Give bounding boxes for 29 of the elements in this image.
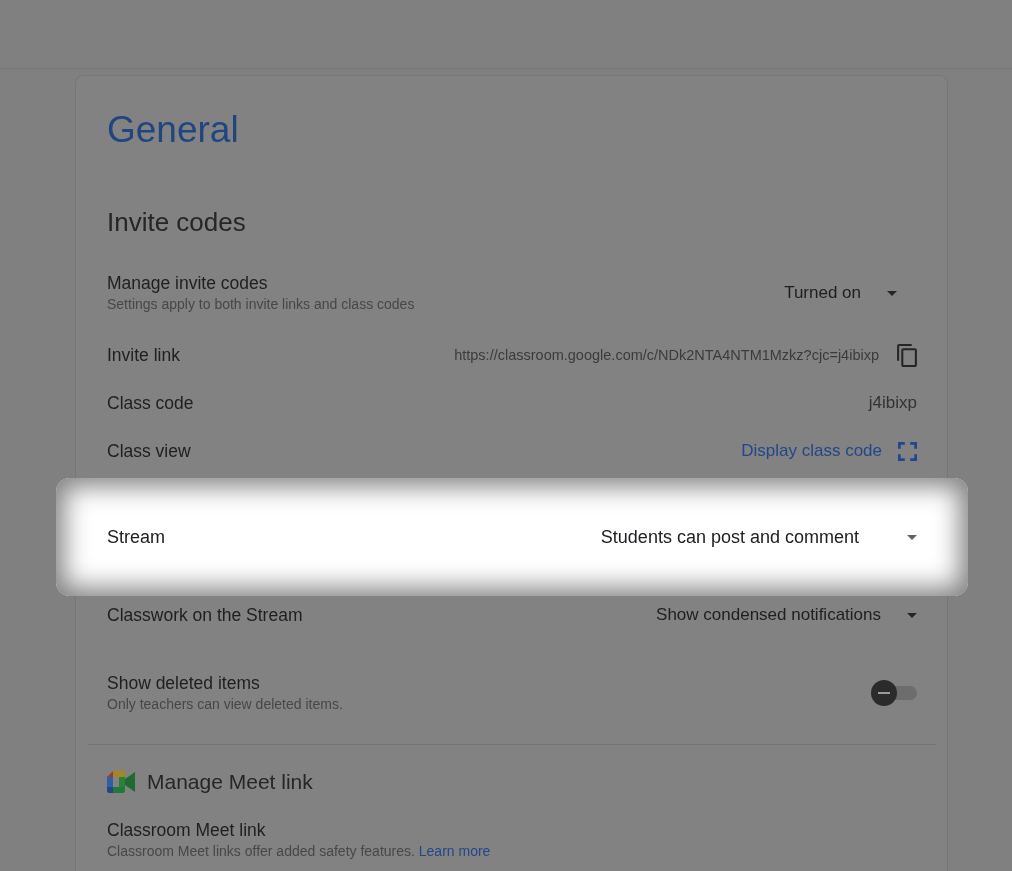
caret-icon [907, 612, 917, 618]
setting-label: Show deleted items [107, 672, 261, 694]
setting-description: Classroom Meet links offer added safety features. Learn more [107, 842, 491, 861]
caret-icon [887, 290, 897, 296]
section-heading: Invite codes [107, 206, 247, 238]
dropdown[interactable]: Show condensed notifications [656, 604, 917, 626]
setting-label: Stream [107, 526, 166, 548]
setting-label: Class view [107, 440, 191, 462]
class-code-value: j4ibixp [868, 392, 917, 414]
fullscreen-icon [898, 441, 917, 461]
copy-icon [897, 343, 917, 367]
setting-label: Invite link [107, 344, 180, 366]
video-camera-icon [107, 771, 135, 793]
setting-label: Classroom Meet link [107, 819, 266, 841]
section-heading: Manage Meet link [147, 769, 313, 795]
link-url: https://classroom.google.com/c/NDk2NTA4NTM1Mzkz?cjc=j4ibixp [454, 346, 879, 365]
setting-description: Only teachers can view deleted items. [107, 695, 343, 714]
toggle-switch[interactable] [871, 680, 917, 706]
setting-label: Manage invite codes [107, 272, 269, 294]
setting-label: Class code [107, 392, 194, 414]
dropdown[interactable]: Turned on [784, 282, 897, 304]
learn-more-link[interactable]: Learn more [418, 843, 491, 859]
caret-icon [907, 534, 917, 540]
setting-label: Classwork on the Stream [107, 604, 303, 626]
copy-button[interactable] [897, 343, 917, 367]
setting-description: Settings apply to both invite links and class codes [107, 295, 415, 314]
dropdown[interactable]: Students can post and comment [600, 526, 917, 548]
page-title: General [107, 108, 240, 152]
action-link[interactable]: Display class code [741, 440, 917, 462]
